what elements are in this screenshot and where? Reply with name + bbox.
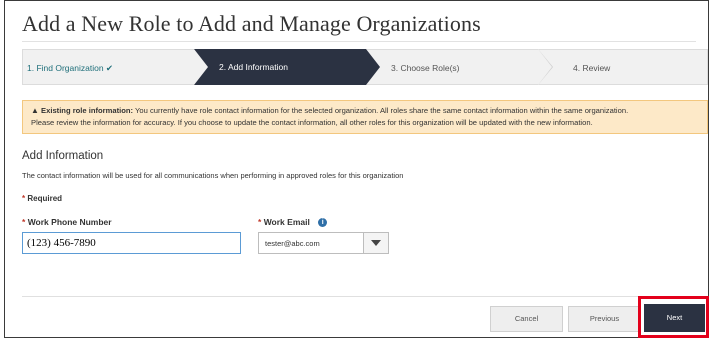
required-asterisk: * — [22, 217, 26, 227]
info-icon[interactable]: i — [318, 218, 328, 227]
work-email-label-text: Work Email — [263, 217, 310, 227]
required-label: Required — [27, 194, 63, 203]
progress-stepper: 1. Find Organization ✔ 2. Add Informatio… — [22, 49, 708, 85]
step-chevron — [538, 49, 552, 85]
warning-icon: ▲ — [31, 106, 39, 115]
step-choose-roles: 3. Choose Role(s) — [366, 49, 538, 85]
next-button[interactable]: Next — [644, 304, 705, 332]
work-phone-input[interactable] — [22, 232, 241, 254]
alert-text-line1: You currently have role contact informat… — [135, 106, 629, 115]
work-phone-label: * Work Phone Number — [22, 217, 112, 227]
step-add-information: 2. Add Information — [194, 49, 366, 85]
dropdown-button[interactable] — [363, 233, 388, 253]
cancel-button[interactable]: Cancel — [490, 306, 563, 332]
existing-role-alert: ▲ Existing role information: You current… — [22, 100, 708, 134]
work-phone-label-text: Work Phone Number — [27, 217, 112, 227]
alert-text-line2: Please review the information for accura… — [31, 118, 593, 127]
footer-divider — [22, 296, 704, 297]
page-frame: Add a New Role to Add and Manage Organiz… — [4, 0, 709, 338]
required-note: * Required — [22, 194, 62, 203]
chevron-down-icon — [371, 240, 381, 246]
previous-button[interactable]: Previous — [568, 306, 641, 332]
step-chevron — [366, 49, 380, 85]
section-title: Add Information — [22, 150, 104, 162]
work-email-select[interactable]: tester@abc.com — [258, 232, 389, 254]
required-asterisk: * — [258, 217, 262, 227]
step-chevron — [194, 49, 208, 85]
section-description: The contact information will be used for… — [22, 171, 404, 180]
required-asterisk: * — [22, 194, 26, 203]
work-email-label: * Work Email i — [258, 217, 328, 227]
alert-heading: Existing role information: — [41, 106, 134, 115]
step-find-organization[interactable]: 1. Find Organization ✔ — [22, 49, 194, 85]
work-email-value: tester@abc.com — [265, 239, 320, 248]
title-divider — [22, 41, 696, 42]
page-title: Add a New Role to Add and Manage Organiz… — [22, 11, 481, 36]
step-review: 4. Review — [538, 49, 708, 85]
